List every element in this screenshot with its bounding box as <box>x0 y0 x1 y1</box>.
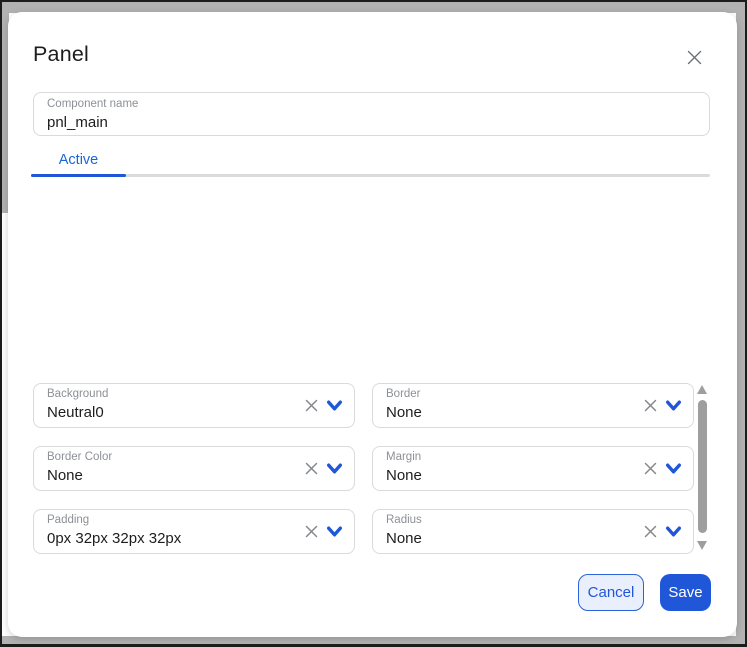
chevron-down-icon[interactable] <box>326 525 343 539</box>
clear-icon[interactable] <box>304 524 319 539</box>
close-icon <box>685 48 704 67</box>
chevron-down-icon[interactable] <box>326 399 343 413</box>
radius-dropdown[interactable]: Radius None <box>372 509 694 554</box>
close-button[interactable] <box>682 45 706 69</box>
panel-dialog: Panel Component name pnl_main Active Bac… <box>8 12 737 637</box>
field-label: Radius <box>386 514 422 526</box>
background-dropdown[interactable]: Background Neutral0 <box>33 383 355 428</box>
clear-icon[interactable] <box>304 461 319 476</box>
dialog-title: Panel <box>33 42 89 67</box>
scroll-down-arrow-icon[interactable] <box>697 541 707 550</box>
chevron-down-icon[interactable] <box>665 399 682 413</box>
clear-icon[interactable] <box>304 398 319 413</box>
field-value: Neutral0 <box>47 404 104 421</box>
field-value: None <box>386 404 422 421</box>
scroll-up-arrow-icon[interactable] <box>697 385 707 394</box>
border-dropdown[interactable]: Border None <box>372 383 694 428</box>
field-value: None <box>47 467 83 484</box>
field-label: Background <box>47 388 108 400</box>
scrollbar-thumb[interactable] <box>698 400 707 533</box>
chevron-down-icon[interactable] <box>665 525 682 539</box>
backdrop-strip-bottom <box>0 636 747 647</box>
field-value: 0px 32px 32px 32px <box>47 530 181 547</box>
active-tab-indicator <box>31 174 126 177</box>
field-label: Padding <box>47 514 89 526</box>
component-name-value: pnl_main <box>47 114 108 131</box>
save-button[interactable]: Save <box>660 574 711 611</box>
tab-active[interactable]: Active <box>31 145 126 174</box>
field-label: Margin <box>386 451 421 463</box>
screen: Panel Component name pnl_main Active Bac… <box>0 0 747 647</box>
field-value: None <box>386 467 422 484</box>
padding-dropdown[interactable]: Padding 0px 32px 32px 32px <box>33 509 355 554</box>
field-label: Border <box>386 388 421 400</box>
chevron-down-icon[interactable] <box>665 462 682 476</box>
margin-dropdown[interactable]: Margin None <box>372 446 694 491</box>
chevron-down-icon[interactable] <box>326 462 343 476</box>
cancel-button[interactable]: Cancel <box>578 574 644 611</box>
clear-icon[interactable] <box>643 398 658 413</box>
clear-icon[interactable] <box>643 461 658 476</box>
clear-icon[interactable] <box>643 524 658 539</box>
field-label: Border Color <box>47 451 112 463</box>
tab-bar-divider <box>31 174 710 177</box>
component-name-label: Component name <box>47 98 138 110</box>
backdrop-strip-right <box>736 0 747 647</box>
component-name-field[interactable]: Component name pnl_main <box>33 92 710 136</box>
border-color-dropdown[interactable]: Border Color None <box>33 446 355 491</box>
field-value: None <box>386 530 422 547</box>
